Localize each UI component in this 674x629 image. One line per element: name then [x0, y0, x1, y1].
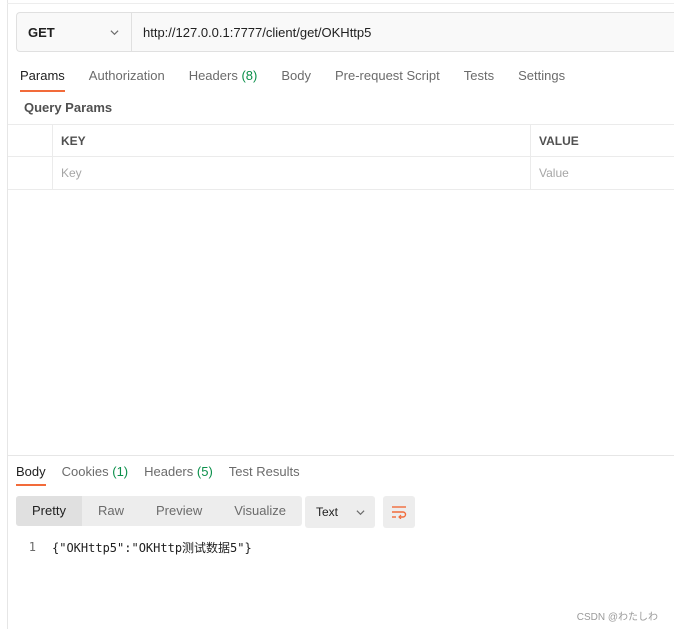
tab-headers[interactable]: Headers (8) — [189, 62, 258, 92]
response-tabs: Body Cookies (1) Headers (5) Test Result… — [16, 458, 316, 486]
url-value: http://127.0.0.1:7777/client/get/OKHttp5 — [143, 24, 372, 40]
response-headers-count: (5) — [196, 464, 213, 479]
response-code-line: 1 {"OKHttp5":"OKHttp测试数据5"} — [16, 538, 252, 556]
headers-count: (8) — [241, 68, 258, 83]
params-table: KEY VALUE Key Value — [8, 124, 674, 190]
tab-test-results[interactable]: Test Results — [229, 458, 300, 486]
pretty-button[interactable]: Pretty — [16, 496, 82, 526]
tab-response-headers[interactable]: Headers (5) — [144, 458, 213, 486]
query-params-title: Query Params — [24, 100, 113, 115]
url-bar: GET http://127.0.0.1:7777/client/get/OKH… — [16, 12, 674, 52]
response-divider[interactable] — [8, 455, 674, 456]
top-divider — [7, 3, 674, 4]
method-label: GET — [28, 24, 55, 40]
tab-response-body[interactable]: Body — [16, 458, 46, 486]
request-tabs: Params Authorization Headers (8) Body Pr… — [20, 62, 589, 92]
raw-button[interactable]: Raw — [82, 496, 140, 526]
value-input[interactable]: Value — [531, 157, 674, 189]
tab-authorization[interactable]: Authorization — [89, 62, 165, 92]
wrap-lines-button[interactable] — [383, 496, 415, 528]
left-border — [7, 0, 8, 629]
chevron-down-icon — [356, 509, 365, 515]
url-input[interactable]: http://127.0.0.1:7777/client/get/OKHttp5 — [132, 13, 674, 51]
value-column-header: VALUE — [539, 133, 579, 148]
tab-pre-request-script[interactable]: Pre-request Script — [335, 62, 440, 92]
preview-button[interactable]: Preview — [140, 496, 218, 526]
watermark: CSDN @わたしわ — [576, 612, 658, 623]
key-input[interactable]: Key — [53, 157, 531, 189]
key-column-header: KEY — [53, 125, 531, 156]
tab-settings[interactable]: Settings — [518, 62, 565, 92]
row-checkbox-area[interactable] — [8, 157, 53, 189]
response-body-text[interactable]: {"OKHttp5":"OKHttp测试数据5"} — [52, 539, 252, 556]
method-select[interactable]: GET — [17, 13, 132, 51]
line-number: 1 — [28, 540, 36, 554]
visualize-button[interactable]: Visualize — [218, 496, 302, 526]
tab-params[interactable]: Params — [20, 62, 65, 92]
wrap-lines-icon — [392, 506, 407, 519]
tab-body[interactable]: Body — [281, 62, 311, 92]
table-row: Key Value — [8, 157, 674, 190]
format-select[interactable]: Text — [305, 496, 375, 528]
view-mode-switcher: Pretty Raw Preview Visualize — [16, 496, 303, 526]
chevron-down-icon — [110, 29, 119, 35]
format-label: Text — [316, 505, 339, 519]
tab-cookies[interactable]: Cookies (1) — [62, 458, 128, 486]
cookies-count: (1) — [112, 464, 129, 479]
params-header-row: KEY VALUE — [8, 124, 674, 157]
tab-tests[interactable]: Tests — [464, 62, 494, 92]
row-handle — [8, 125, 53, 156]
